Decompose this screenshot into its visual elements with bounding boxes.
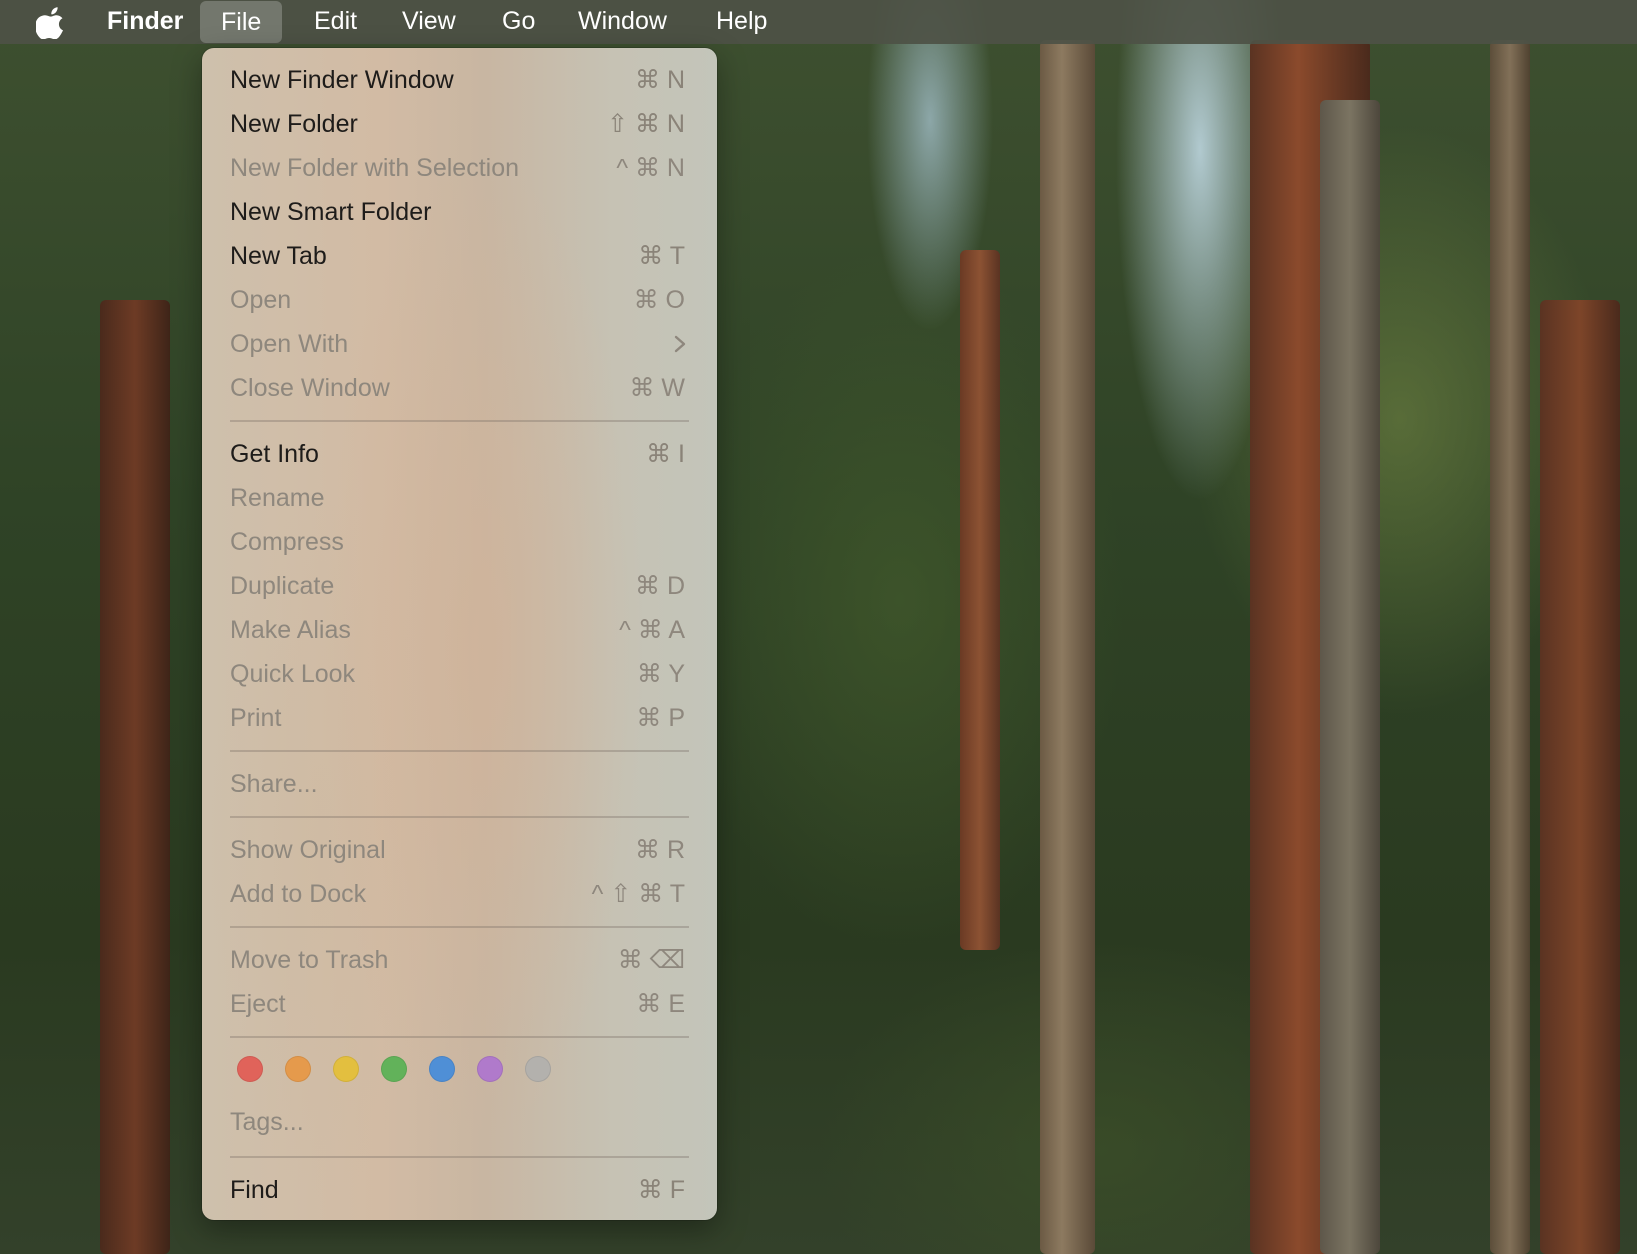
menu-item-open[interactable]: Open ⌘ O [202,278,717,322]
menu-separator [230,1036,689,1038]
menu-item-print[interactable]: Print ⌘ P [202,696,717,740]
menu-item-label: New Finder Window [230,66,454,94]
menu-item-label: Open [230,286,292,314]
menu-item-share[interactable]: Share... [202,762,717,806]
menu-item-make-alias[interactable]: Make Alias ^ ⌘ A [202,608,717,652]
tree-trunk [960,250,1000,950]
menu-bar: Finder File Edit View Go Window Help [0,0,1637,44]
menu-item-move-to-trash[interactable]: Move to Trash ⌘ ⌫ [202,938,717,982]
menu-item-label: Duplicate [230,572,335,600]
menu-item-new-folder[interactable]: New Folder ⇧ ⌘ N [202,102,717,146]
menu-item-shortcut: ⌘ D [635,572,685,600]
menu-item-label: Show Original [230,836,386,864]
menu-item-label: New Smart Folder [230,198,432,226]
menu-separator [230,816,689,818]
menu-item-compress[interactable]: Compress [202,520,717,564]
menu-item-eject[interactable]: Eject ⌘ E [202,982,717,1026]
menu-item-new-folder-with-selection[interactable]: New Folder with Selection ^ ⌘ N [202,146,717,190]
file-menu-dropdown: New Finder Window ⌘ N New Folder ⇧ ⌘ N N… [202,48,717,1220]
menu-item-label: Open With [230,330,349,358]
tag-blue-dot[interactable] [429,1056,455,1082]
menu-item-new-finder-window[interactable]: New Finder Window ⌘ N [202,58,717,102]
menu-item-find[interactable]: Find ⌘ F [202,1168,717,1212]
menu-item-label: Get Info [230,440,319,468]
tree-trunk [1490,40,1530,1254]
menu-item-label: Tags... [230,1108,304,1136]
menu-item-shortcut: ^ ⇧ ⌘ T [591,880,685,908]
menu-item-shortcut: ⌘ W [629,374,685,402]
menu-item-label: Print [230,704,282,732]
tag-red-dot[interactable] [237,1056,263,1082]
tree-trunk [100,300,170,1254]
tag-orange-dot[interactable] [285,1056,311,1082]
tag-green-dot[interactable] [381,1056,407,1082]
menu-view[interactable]: View [381,0,477,44]
menu-item-shortcut: ⌘ ⌫ [617,946,685,974]
menu-item-label: Find [230,1176,279,1204]
menu-item-shortcut: ⌘ R [635,836,685,864]
menu-separator [230,1156,689,1158]
menu-item-new-smart-folder[interactable]: New Smart Folder [202,190,717,234]
menu-edit[interactable]: Edit [293,0,378,44]
menu-item-shortcut: ⌘ I [646,440,685,468]
menu-item-tags[interactable]: Tags... [202,1100,717,1144]
menu-item-close-window[interactable]: Close Window ⌘ W [202,366,717,410]
tag-gray-dot[interactable] [525,1056,551,1082]
menu-separator [230,750,689,752]
menu-item-label: Move to Trash [230,946,389,974]
tree-trunk [1040,40,1095,1254]
menu-item-label: New Folder [230,110,358,138]
menu-item-label: New Tab [230,242,327,270]
menu-item-shortcut: ⌘ T [638,242,685,270]
menu-help[interactable]: Help [695,0,788,44]
menu-item-shortcut: ^ ⌘ N [616,154,685,182]
menu-item-label: Add to Dock [230,880,367,908]
apple-logo-icon[interactable] [36,5,68,39]
menu-item-add-to-dock[interactable]: Add to Dock ^ ⇧ ⌘ T [202,872,717,916]
tag-yellow-dot[interactable] [333,1056,359,1082]
menu-item-shortcut: ⇧ ⌘ N [607,110,685,138]
menu-separator [230,926,689,928]
menu-item-label: Rename [230,484,325,512]
menu-item-label: Quick Look [230,660,356,688]
menu-item-label: Compress [230,528,344,556]
menu-item-label: New Folder with Selection [230,154,520,182]
menu-item-new-tab[interactable]: New Tab ⌘ T [202,234,717,278]
menu-file[interactable]: File [200,1,283,43]
menu-item-open-with[interactable]: Open With [202,322,717,366]
menu-item-label: Close Window [230,374,390,402]
tree-trunk [1320,100,1380,1254]
menu-item-label: Share... [230,770,318,798]
menu-item-shortcut: ⌘ E [636,990,685,1018]
tree-trunk [1540,300,1620,1254]
menu-item-shortcut: ⌘ P [636,704,685,732]
menu-item-label: Eject [230,990,286,1018]
chevron-right-icon [674,335,686,353]
tag-purple-dot[interactable] [477,1056,503,1082]
menu-go[interactable]: Go [481,0,556,44]
menu-item-rename[interactable]: Rename [202,476,717,520]
menu-separator [230,420,689,422]
menu-item-label: Make Alias [230,616,351,644]
menu-item-shortcut: ⌘ N [635,66,685,94]
menu-item-shortcut: ⌘ F [637,1176,685,1204]
menu-item-shortcut: ^ ⌘ A [619,616,685,644]
menu-item-show-original[interactable]: Show Original ⌘ R [202,828,717,872]
menu-item-get-info[interactable]: Get Info ⌘ I [202,432,717,476]
menu-item-shortcut: ⌘ Y [636,660,685,688]
menu-app-finder[interactable]: Finder [86,0,204,44]
menu-window[interactable]: Window [557,0,688,44]
menu-item-quick-look[interactable]: Quick Look ⌘ Y [202,652,717,696]
menu-item-duplicate[interactable]: Duplicate ⌘ D [202,564,717,608]
menu-item-shortcut: ⌘ O [633,286,685,314]
